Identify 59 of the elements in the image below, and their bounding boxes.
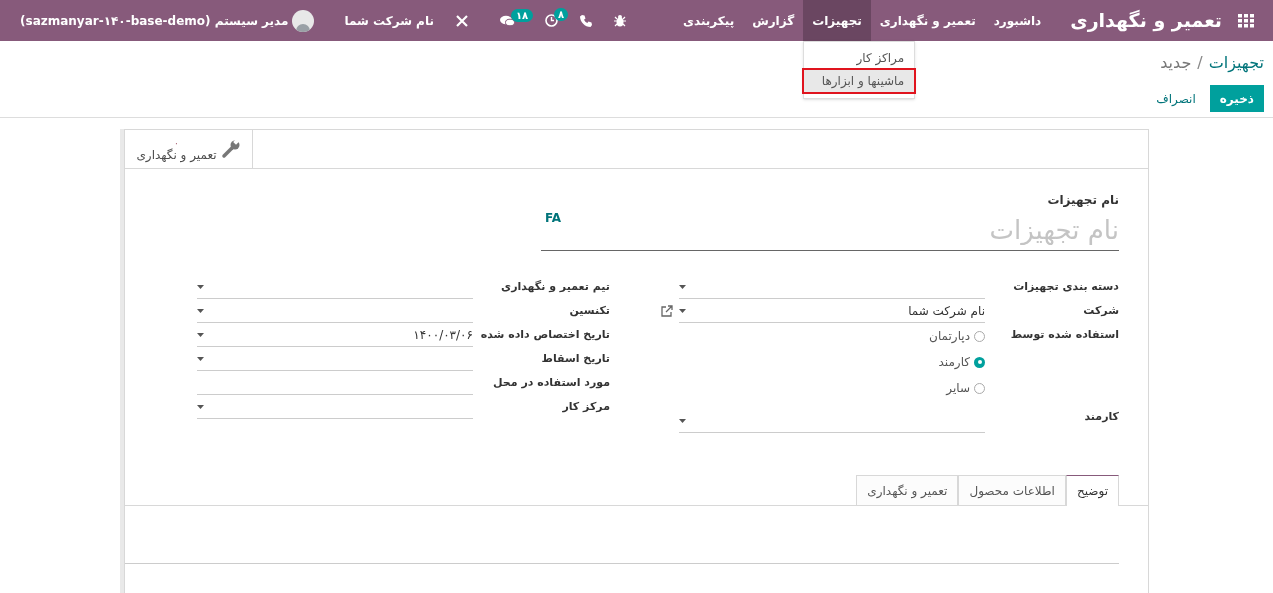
breadcrumb-current: جدید [1160,52,1192,74]
field-label: تیم تعمیر و نگهداری [500,279,610,295]
radio-button[interactable] [974,330,985,342]
clock-icon[interactable] [544,14,558,27]
save-button[interactable]: ذخیره [1209,85,1264,112]
menu-item[interactable]: گزارش [743,0,804,41]
caret-icon [197,356,204,361]
caret-icon [197,332,204,337]
language-button[interactable]: FA [545,209,562,227]
dropdown-item[interactable]: مراکز کار [804,47,915,69]
apps-menu-icon[interactable] [1238,13,1254,28]
menu-item[interactable]: پیکربندی [673,0,744,41]
stat-count: ۰ [174,137,179,148]
field-label: کارمند [1083,409,1119,425]
field-label: نام تجهیزات [1047,192,1119,209]
field-label: تکنسین [568,303,610,319]
field-label: مرکز کار [561,399,610,415]
radio-option[interactable]: سایر [929,379,985,397]
field-label: تاریخ اسقاط [540,351,610,367]
caret-icon [679,284,686,289]
menu-item[interactable]: تعمیر و نگهداری [870,0,985,41]
select-field[interactable]: ۱۴۰۰/۰۳/۰۶ [197,323,473,347]
maintenance-stat-button[interactable]: ۰ تعمیر و نگهداری [125,130,253,168]
caret-icon [197,308,204,313]
tools-icon[interactable] [455,14,468,27]
radio-button[interactable] [974,382,985,394]
field-label: تاریخ اختصاص داده شده [479,327,610,343]
menu-item[interactable]: تجهیزات [803,0,871,41]
field-label: دسته بندی تجهیزات [1012,279,1119,295]
avatar [292,9,315,32]
phone-icon[interactable] [579,14,592,27]
discard-button[interactable]: انصراف [1152,89,1200,108]
wrench-icon [220,139,241,159]
field-label: شرکت [1082,303,1119,319]
app-title: تعمیر و نگهداری [1070,8,1222,34]
breadcrumb-separator: / [1197,52,1203,74]
radio-button[interactable] [974,356,985,368]
radio-option[interactable]: کارمند [929,353,985,371]
breadcrumb-link[interactable]: تجهیزات [1208,51,1264,75]
tab[interactable]: تعمیر و نگهداری [856,475,959,505]
caret-icon [197,284,204,289]
tab[interactable]: اطلاعات محصول [958,475,1066,505]
caret-icon [197,404,204,409]
message-count-badge: ۱۸ [510,8,534,22]
field-label: استفاده شده توسط [1009,327,1119,343]
activity-count-badge: ۸ [553,8,569,21]
menu-item[interactable]: داشبورد [984,0,1051,41]
field-label: مورد استفاده در محل [492,375,610,391]
stat-label: تعمیر و نگهداری [136,149,217,161]
tab[interactable]: توضیح [1065,475,1119,506]
caret-icon [679,308,686,313]
bug-icon[interactable] [613,14,626,27]
company-switcher[interactable]: نام شرکت شما [344,11,434,30]
dropdown-item[interactable]: ماشینها و ابزارها [804,70,915,92]
user-menu[interactable]: مدیر سیستم (sazmanyar-۱۴۰-base-demo) [20,11,289,30]
radio-option[interactable]: دپارتمان [929,327,985,345]
external-link-icon[interactable] [661,305,673,317]
caret-icon [679,418,686,423]
select-field[interactable]: نام شرکت شما [679,299,985,323]
